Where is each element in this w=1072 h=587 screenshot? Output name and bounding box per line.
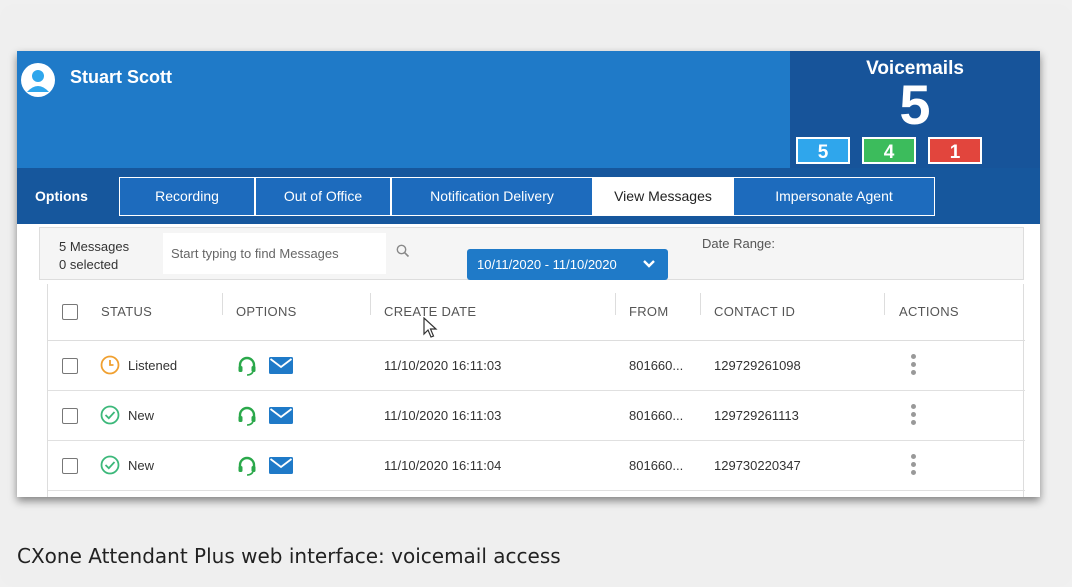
table-row[interactable]: New 11/10/2020 16:11:03 801660... 129729… [48, 391, 1025, 441]
search-icon[interactable] [396, 244, 410, 258]
user-name: Stuart Scott [70, 67, 173, 87]
column-separator [884, 293, 885, 315]
messages-toolbar: 5 Messages 0 selected Date Range: 10/11/… [39, 227, 1024, 280]
select-all-checkbox[interactable] [62, 304, 78, 320]
message-count-selected: 0 selected [59, 257, 119, 272]
create-date: 11/10/2020 16:11:03 [384, 408, 502, 423]
clock-icon [100, 355, 120, 375]
date-range-value: 10/11/2020 - 11/10/2020 [477, 257, 617, 272]
tab-impersonate-agent[interactable]: Impersonate Agent [733, 177, 935, 216]
from-number: 801660... [629, 358, 684, 373]
mouse-pointer-icon [423, 317, 438, 338]
column-separator [700, 293, 701, 315]
from-number: 801660... [629, 408, 684, 423]
more-actions-icon[interactable] [911, 404, 917, 428]
date-range-dropdown[interactable]: 10/11/2020 - 11/10/2020 [467, 249, 668, 280]
voicemail-total: 5 [899, 73, 931, 136]
date-range-label: Date Range: [702, 236, 775, 251]
column-separator [615, 293, 616, 315]
voicemail-badge-red[interactable]: 1 [928, 137, 982, 164]
more-actions-icon[interactable] [911, 454, 917, 478]
column-options[interactable]: OPTIONS [236, 304, 297, 319]
status-text: New [128, 408, 155, 423]
headset-icon[interactable] [236, 405, 258, 427]
figure-caption: CXone Attendant Plus web interface: voic… [17, 544, 561, 568]
contact-id: 129729261113 [714, 408, 799, 423]
column-from[interactable]: FROM [629, 304, 668, 319]
voicemail-badge-green[interactable]: 4 [862, 137, 916, 164]
table-row[interactable]: New 11/10/2020 16:11:04 801660... 129730… [48, 441, 1025, 491]
headset-icon[interactable] [236, 455, 258, 477]
email-icon[interactable] [269, 407, 293, 424]
table-header: STATUS OPTIONS CREATE DATE FROM CONTACT … [48, 284, 1025, 341]
voicemail-badge-blue[interactable]: 5 [796, 137, 850, 164]
row-checkbox[interactable] [62, 358, 78, 374]
headset-icon[interactable] [236, 355, 258, 377]
email-icon[interactable] [269, 357, 293, 374]
contact-id: 129729261098 [714, 358, 801, 373]
search-input[interactable] [163, 233, 386, 274]
create-date: 11/10/2020 16:11:03 [384, 358, 502, 373]
contact-id: 129730220347 [714, 458, 801, 473]
messages-table: STATUS OPTIONS CREATE DATE FROM CONTACT … [47, 284, 1025, 497]
user-avatar-icon[interactable] [21, 63, 55, 97]
tab-bar: Options Recording Out of Office Notifica… [17, 168, 1040, 224]
check-circle-icon [100, 455, 120, 475]
voicemail-summary: Voicemails 5 5 4 1 [790, 51, 1040, 168]
message-count-total: 5 Messages [59, 239, 130, 254]
tab-out-of-office[interactable]: Out of Office [255, 177, 391, 216]
table-row[interactable]: Listened 11/10/2020 16:11:03 801660... 1… [48, 341, 1025, 391]
from-number: 801660... [629, 458, 684, 473]
row-checkbox[interactable] [62, 458, 78, 474]
tab-recording[interactable]: Recording [119, 177, 255, 216]
column-separator [222, 293, 223, 315]
options-label: Options [35, 188, 88, 204]
message-count: 5 Messages 0 selected [59, 238, 129, 274]
tab-notification-delivery[interactable]: Notification Delivery [391, 177, 593, 216]
column-separator [370, 293, 371, 315]
more-actions-icon[interactable] [911, 354, 917, 378]
app-screenshot: Stuart Scott Voicemails 5 5 4 1 Options … [17, 51, 1040, 497]
check-circle-icon [100, 405, 120, 425]
status-text: New [128, 458, 155, 473]
row-checkbox[interactable] [62, 408, 78, 424]
column-status[interactable]: STATUS [101, 304, 152, 319]
create-date: 11/10/2020 16:11:04 [384, 458, 502, 473]
tab-view-messages[interactable]: View Messages [593, 177, 733, 216]
email-icon[interactable] [269, 457, 293, 474]
chevron-down-icon [643, 260, 655, 268]
search-box [163, 233, 386, 274]
status-text: Listened [128, 358, 178, 373]
figure-card: Stuart Scott Voicemails 5 5 4 1 Options … [0, 4, 1072, 587]
column-actions: ACTIONS [899, 304, 959, 319]
column-contact-id[interactable]: CONTACT ID [714, 304, 795, 319]
